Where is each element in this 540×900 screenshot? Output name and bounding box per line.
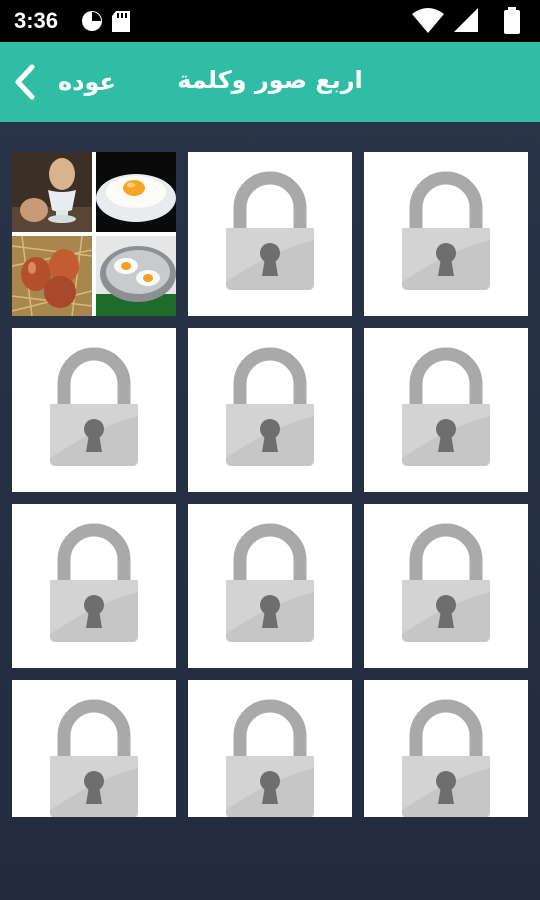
level-tile-unlocked[interactable] — [12, 152, 176, 316]
eggs-in-pan-image — [96, 236, 176, 316]
level-tile-locked[interactable] — [364, 152, 528, 316]
padlock-icon — [402, 523, 490, 642]
level-tile-locked[interactable] — [188, 504, 352, 668]
padlock-icon — [50, 523, 138, 642]
padlock-icon — [402, 171, 490, 290]
egg-in-cup-image — [12, 152, 92, 232]
level-tile-locked[interactable] — [12, 328, 176, 492]
status-bar: 3:36 — [0, 0, 540, 42]
eggs-in-nest-image — [12, 236, 92, 316]
level-tile-locked[interactable] — [188, 328, 352, 492]
padlock-icon — [402, 699, 490, 817]
battery-icon — [504, 7, 520, 34]
padlock-icon — [402, 347, 490, 466]
level-tile-locked[interactable] — [364, 680, 528, 817]
status-time: 3:36 — [14, 8, 59, 33]
padlock-icon — [226, 171, 314, 290]
level-grid — [12, 152, 528, 817]
level-tile-locked[interactable] — [12, 680, 176, 817]
level-tile-locked[interactable] — [188, 152, 352, 316]
stopwatch-icon — [82, 11, 102, 31]
cell-signal-icon — [454, 8, 478, 32]
sd-card-icon — [112, 11, 130, 32]
page-title: اربع صور وكلمة — [177, 66, 363, 94]
status-left-icons — [82, 11, 130, 32]
status-right-icons — [412, 7, 520, 34]
wifi-icon — [412, 8, 444, 33]
padlock-icon — [50, 347, 138, 466]
level-tile-locked[interactable] — [364, 504, 528, 668]
fried-egg-plate-image — [96, 152, 176, 232]
padlock-icon — [50, 699, 138, 817]
level-tile-locked[interactable] — [188, 680, 352, 817]
padlock-icon — [226, 699, 314, 817]
app-bar: عوده اربع صور وكلمة — [0, 42, 540, 122]
level-tile-locked[interactable] — [364, 328, 528, 492]
padlock-icon — [226, 523, 314, 642]
padlock-icon — [226, 347, 314, 466]
level-tile-locked[interactable] — [12, 504, 176, 668]
